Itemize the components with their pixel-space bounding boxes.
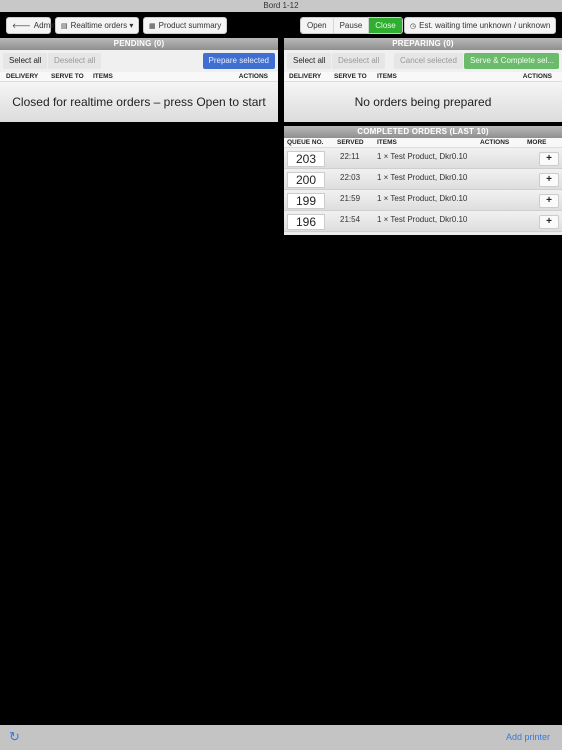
pending-toolbar: Select all Deselect all Prepare selected xyxy=(0,50,278,72)
queue-number[interactable]: 203 xyxy=(287,151,325,167)
bottom-bar: ↻ Add printer xyxy=(0,725,562,750)
completed-column-headers: QUEUE NO. SERVED ITEMS ACTIONS MORE xyxy=(284,138,562,148)
clock-icon: ◷ xyxy=(410,23,417,30)
table-row: 203 22:11 1 × Test Product, Dkr0.10 + xyxy=(284,148,562,169)
served-time: 22:03 xyxy=(340,173,361,182)
pending-column-headers: DELIVERY SERVE TO ITEMS ACTIONS xyxy=(0,72,278,82)
serve-complete-button[interactable]: Serve & Complete sel... xyxy=(464,53,559,69)
preparing-toolbar: Select all Deselect all Cancel selected … xyxy=(284,50,562,72)
preparing-empty-message: No orders being prepared xyxy=(284,82,562,122)
col-queue-no: QUEUE NO. xyxy=(287,139,324,146)
pause-button[interactable]: Pause xyxy=(333,18,370,33)
pending-panel: PENDING (0) Select all Deselect all Prep… xyxy=(0,38,278,122)
served-time: 21:59 xyxy=(340,194,361,203)
open-button[interactable]: Open xyxy=(301,18,334,33)
col-items: ITEMS xyxy=(377,73,397,80)
admin-label: Admin xyxy=(33,21,57,30)
col-actions: ACTIONS xyxy=(238,73,268,80)
col-delivery: DELIVERY xyxy=(6,73,39,80)
list-icon: ▤ xyxy=(61,23,68,30)
admin-button[interactable]: 🡐 Admin xyxy=(6,17,56,34)
pending-empty-message: Closed for realtime orders – press Open … xyxy=(0,82,278,122)
pending-deselect-all-button[interactable]: Deselect all xyxy=(48,53,102,69)
queue-number[interactable]: 200 xyxy=(287,172,325,188)
realtime-orders-dropdown[interactable]: ▤ Realtime orders ▾ xyxy=(55,17,139,34)
col-items: ITEMS xyxy=(377,139,397,146)
col-serve-to: SERVE TO xyxy=(334,73,367,80)
product-summary-label: Product summary xyxy=(158,21,222,30)
caret-down-icon: ▾ xyxy=(129,21,134,30)
preparing-panel: PREPARING (0) Select all Deselect all Ca… xyxy=(284,38,562,122)
table-row: 199 21:59 1 × Test Product, Dkr0.10 + xyxy=(284,190,562,211)
pending-select-all-button[interactable]: Select all xyxy=(3,53,48,69)
arrow-left-icon: 🡐 xyxy=(12,23,31,30)
preparing-select-all-button[interactable]: Select all xyxy=(287,53,332,69)
waiting-time-label: Est. waiting time unknown / unknown xyxy=(419,21,551,30)
order-items: 1 × Test Product, Dkr0.10 xyxy=(377,152,468,161)
prepare-selected-button[interactable]: Prepare selected xyxy=(202,53,275,69)
preparing-column-headers: DELIVERY SERVE TO ITEMS ACTIONS xyxy=(284,72,562,82)
served-time: 22:11 xyxy=(340,152,360,161)
col-actions: ACTIONS xyxy=(522,73,552,80)
queue-number[interactable]: 199 xyxy=(287,193,325,209)
col-serve-to: SERVE TO xyxy=(51,73,84,80)
more-button[interactable]: + xyxy=(539,173,559,187)
more-button[interactable]: + xyxy=(539,152,559,166)
served-time: 21:54 xyxy=(340,215,361,224)
realtime-orders-label: Realtime orders xyxy=(70,21,128,30)
open-state-toggle: Open Pause Close xyxy=(300,17,403,34)
add-printer-link[interactable]: Add printer xyxy=(506,732,550,742)
preparing-deselect-all-button[interactable]: Deselect all xyxy=(332,53,386,69)
col-more: MORE xyxy=(527,139,547,146)
close-button[interactable]: Close xyxy=(369,18,402,33)
pending-header: PENDING (0) xyxy=(0,38,278,50)
col-delivery: DELIVERY xyxy=(289,73,322,80)
order-items: 1 × Test Product, Dkr0.10 xyxy=(377,173,468,182)
table-row: 196 21:54 1 × Test Product, Dkr0.10 + xyxy=(284,211,562,232)
col-actions: ACTIONS xyxy=(480,139,510,146)
status-bar: Bord 1-12 xyxy=(0,0,562,12)
top-toolbar: 🡐 Admin ▤ Realtime orders ▾ ▦ Product summa… xyxy=(0,12,562,38)
product-summary-button[interactable]: ▦ Product summary xyxy=(143,17,227,34)
order-items: 1 × Test Product, Dkr0.10 xyxy=(377,194,468,203)
more-button[interactable]: + xyxy=(539,215,559,229)
completed-header: COMPLETED ORDERS (LAST 10) xyxy=(284,126,562,138)
refresh-icon[interactable]: ↻ xyxy=(9,729,20,745)
window-title: Bord 1-12 xyxy=(263,1,299,10)
col-served: SERVED xyxy=(337,139,364,146)
grid-icon: ▦ xyxy=(149,23,156,30)
preparing-header: PREPARING (0) xyxy=(284,38,562,50)
completed-rows: 203 22:11 1 × Test Product, Dkr0.10 + 20… xyxy=(284,148,562,232)
cancel-selected-button[interactable]: Cancel selected xyxy=(394,53,463,69)
queue-number[interactable]: 196 xyxy=(287,214,325,230)
table-row: 200 22:03 1 × Test Product, Dkr0.10 + xyxy=(284,169,562,190)
col-items: ITEMS xyxy=(93,73,113,80)
waiting-time-button[interactable]: ◷ Est. waiting time unknown / unknown xyxy=(404,17,556,34)
order-items: 1 × Test Product, Dkr0.10 xyxy=(377,215,468,224)
more-button[interactable]: + xyxy=(539,194,559,208)
completed-panel: COMPLETED ORDERS (LAST 10) QUEUE NO. SER… xyxy=(284,126,562,235)
